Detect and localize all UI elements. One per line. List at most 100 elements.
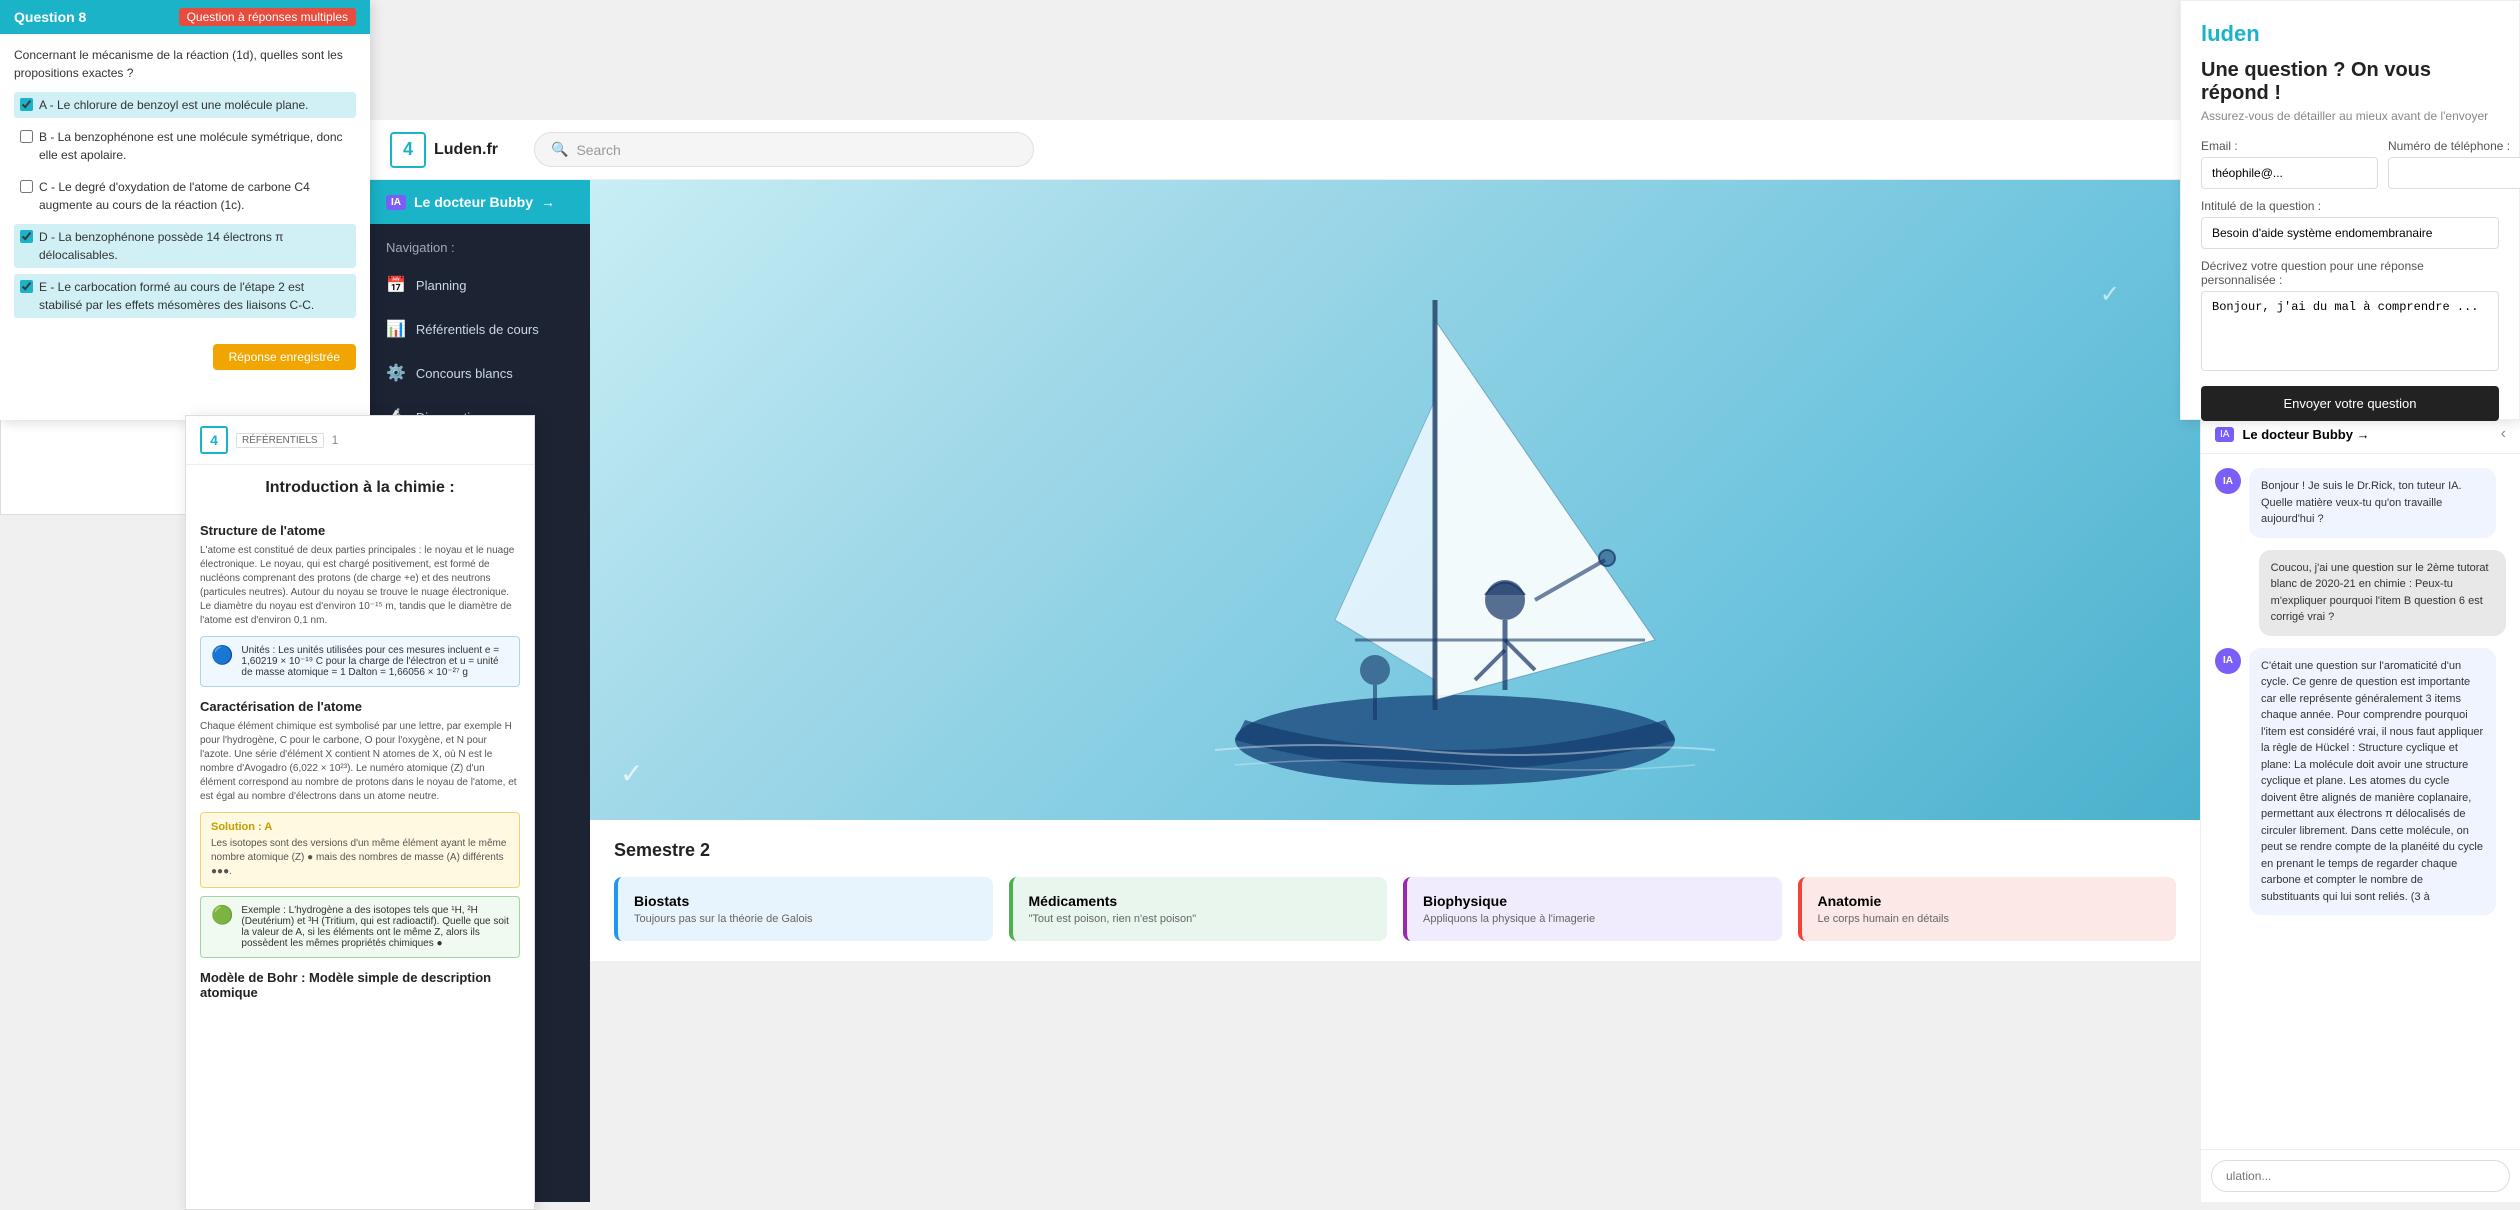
logo-area: 4 Luden.fr bbox=[390, 132, 498, 168]
subject-subtitle: Appliquons la physique à l'imagerie bbox=[1423, 913, 1766, 925]
quiz-checkbox[interactable] bbox=[20, 230, 33, 243]
ai-panel: IA Le docteur Bubby → ‹ IA Bonjour ! Je s… bbox=[2200, 415, 2520, 1202]
ref-section-bohr-title: Modèle de Bohr : Modèle simple de descri… bbox=[200, 970, 520, 1000]
subject-subtitle: "Tout est poison, rien n'est poison" bbox=[1029, 913, 1372, 925]
ref-char-text: Chaque élément chimique est symbolisé pa… bbox=[200, 720, 520, 804]
ref-header: 4 RÉFÉRENTIELS 1 bbox=[186, 416, 534, 465]
theorem-text: Les isotopes sont des versions d'un même… bbox=[211, 837, 509, 879]
quiz-question-text: Concernant le mécanisme de la réaction (… bbox=[14, 46, 356, 82]
quiz-option-text: A - Le chlorure de benzoyl est une moléc… bbox=[39, 96, 309, 114]
qf-title: Une question ? On vous répond ! bbox=[2201, 59, 2499, 105]
quiz-option[interactable]: C - Le degré d'oxydation de l'atome de c… bbox=[14, 174, 356, 218]
qf-email-input[interactable] bbox=[2201, 157, 2378, 189]
qf-email-label: Email : bbox=[2201, 139, 2378, 153]
sidebar-title: Le docteur Bubby bbox=[414, 194, 533, 210]
search-placeholder-text: Search bbox=[576, 142, 620, 158]
ref-callout-example: 🟢 Exemple : L'hydrogène a des isotopes t… bbox=[200, 896, 520, 958]
sidebar-item-label: Concours blancs bbox=[416, 366, 513, 381]
quiz-option[interactable]: E - Le carbocation formé au cours de l'é… bbox=[14, 274, 356, 318]
subject-title: Biophysique bbox=[1423, 893, 1766, 909]
ai-bubble: Bonjour ! Je suis le Dr.Rick, ton tuteur… bbox=[2249, 468, 2496, 538]
hero-chevron-top: ✓ bbox=[2100, 280, 2120, 309]
quiz-option-text: C - Le degré d'oxydation de l'atome de c… bbox=[39, 178, 350, 214]
sidebar-items: 📅 Planning 📊Référentiels de cours⚙️Concour… bbox=[370, 263, 590, 439]
callout-icon: 🔵 bbox=[211, 645, 233, 666]
quiz-checkbox[interactable] bbox=[20, 180, 33, 193]
user-bubble: Coucou, j'ai une question sur le 2ème tu… bbox=[2259, 550, 2506, 636]
subject-card[interactable]: Biophysique Appliquons la physique à l'im… bbox=[1403, 877, 1782, 941]
sidebar-nav-label: Navigation : bbox=[370, 224, 590, 263]
ai-chat-input[interactable] bbox=[2211, 1160, 2510, 1192]
quiz-option-text: E - Le carbocation formé au cours de l'é… bbox=[39, 278, 350, 314]
semestre-title: Semestre 2 bbox=[614, 840, 2176, 861]
ai-panel-title: Le docteur Bubby → bbox=[2242, 427, 2369, 442]
ref-callout-units: 🔵 Unités : Les unités utilisées pour ces… bbox=[200, 636, 520, 687]
ref-atom-text: L'atome est constitué de deux parties pr… bbox=[200, 544, 520, 628]
ref-panel: 4 RÉFÉRENTIELS 1 Introduction à la chimi… bbox=[185, 415, 535, 1210]
ai-bubble: C'était une question sur l'aromaticité d… bbox=[2249, 648, 2496, 916]
subject-title: Biostats bbox=[634, 893, 977, 909]
site-name: Luden.fr bbox=[434, 141, 498, 159]
quiz-type-badge: Question à réponses multiples bbox=[179, 8, 356, 26]
ref-title: Introduction à la chimie : bbox=[186, 465, 534, 511]
qf-submit-button[interactable]: Envoyer votre question bbox=[2201, 386, 2499, 421]
qf-logo: luden bbox=[2201, 21, 2499, 47]
quiz-option[interactable]: D - La benzophénone possède 14 électrons… bbox=[14, 224, 356, 268]
ai-input-area bbox=[2201, 1149, 2520, 1202]
quiz-option-text: D - La benzophénone possède 14 électrons… bbox=[39, 228, 350, 264]
search-box[interactable]: 🔍 Search bbox=[534, 132, 1034, 167]
ref-body[interactable]: Structure de l'atome L'atome est constit… bbox=[186, 511, 534, 1204]
hero-illustration bbox=[1155, 240, 1755, 820]
chat-message-row: IA Bonjour ! Je suis le Dr.Rick, ton tute… bbox=[2215, 468, 2506, 538]
theorem-label: Solution : A bbox=[211, 821, 509, 833]
ref-section-char-title: Caractérisation de l'atome bbox=[200, 699, 520, 714]
quiz-checkbox[interactable] bbox=[20, 98, 33, 111]
sidebar-nav-item[interactable]: 📊Référentiels de cours bbox=[370, 307, 590, 351]
quiz-option[interactable]: B - La benzophénone est une molécule sym… bbox=[14, 124, 356, 168]
sidebar-item-label: Planning bbox=[416, 278, 467, 293]
sidebar-nav-item[interactable]: ⚙️Concours blancs bbox=[370, 351, 590, 395]
quiz-body: Concernant le mécanisme de la réaction (… bbox=[0, 34, 370, 336]
save-answer-button[interactable]: Réponse enregistrée bbox=[213, 344, 356, 370]
subject-title: Médicaments bbox=[1029, 893, 1372, 909]
sidebar-nav-item[interactable]: 📅 Planning bbox=[370, 263, 590, 307]
subject-card[interactable]: Biostats Toujours pas sur la théorie de G… bbox=[614, 877, 993, 941]
callout-text: Unités : Les unités utilisées pour ces m… bbox=[241, 645, 509, 678]
semestre-section: Semestre 2 Biostats Toujours pas sur la t… bbox=[590, 820, 2200, 961]
hero-chevron-bottom: ✓ bbox=[620, 757, 643, 790]
ref-section-atom-title: Structure de l'atome bbox=[200, 523, 520, 538]
subjects-grid: Biostats Toujours pas sur la théorie de G… bbox=[614, 877, 2176, 941]
sidebar-arrow: → bbox=[541, 194, 555, 210]
sidebar-header[interactable]: IA Le docteur Bubby → bbox=[370, 180, 590, 224]
subject-card[interactable]: Anatomie Le corps humain en détails bbox=[1798, 877, 2177, 941]
subject-subtitle: Le corps humain en détails bbox=[1818, 913, 2161, 925]
quiz-option[interactable]: A - Le chlorure de benzoyl est une moléc… bbox=[14, 92, 356, 118]
qf-sub: Assurez-vous de détailler au mieux avant… bbox=[2201, 109, 2499, 123]
quiz-footer: Réponse enregistrée bbox=[0, 336, 370, 378]
chat-message-row: IA C'était une question sur l'aromaticité… bbox=[2215, 648, 2506, 916]
quiz-checkbox[interactable] bbox=[20, 130, 33, 143]
logo-box: 4 bbox=[390, 132, 426, 168]
subject-title: Anatomie bbox=[1818, 893, 2161, 909]
ia-badge: IA bbox=[386, 195, 406, 210]
qf-phone-label: Numéro de téléphone : bbox=[2388, 139, 2520, 153]
subject-card[interactable]: Médicaments "Tout est poison, rien n'est … bbox=[1009, 877, 1388, 941]
qf-desc-textarea[interactable] bbox=[2201, 291, 2499, 371]
ai-avatar: IA bbox=[2215, 468, 2241, 494]
quiz-checkbox[interactable] bbox=[20, 280, 33, 293]
sidebar-item-label: Référentiels de cours bbox=[416, 322, 539, 337]
example-text: Exemple : L'hydrogène a des isotopes tel… bbox=[241, 905, 509, 949]
question-form: luden Une question ? On vous répond ! As… bbox=[2180, 0, 2520, 420]
expand-arrow-icon[interactable]: ‹ bbox=[2501, 425, 2506, 443]
sidebar-item-icon: 📅 bbox=[386, 275, 406, 295]
quiz-panel: Question 8 Question à réponses multiples… bbox=[0, 0, 370, 420]
subject-subtitle: Toujours pas sur la théorie de Galois bbox=[634, 913, 977, 925]
example-icon: 🟢 bbox=[211, 905, 233, 926]
ai-avatar: IA bbox=[2215, 648, 2241, 674]
ref-num: 1 bbox=[332, 433, 339, 447]
qf-phone-input[interactable] bbox=[2388, 157, 2520, 189]
ai-chat[interactable]: IA Bonjour ! Je suis le Dr.Rick, ton tute… bbox=[2201, 454, 2520, 1149]
qf-subject-input[interactable] bbox=[2201, 217, 2499, 249]
ref-badge: RÉFÉRENTIELS bbox=[236, 433, 324, 448]
qf-email-row: Email : Numéro de téléphone : bbox=[2201, 139, 2499, 189]
